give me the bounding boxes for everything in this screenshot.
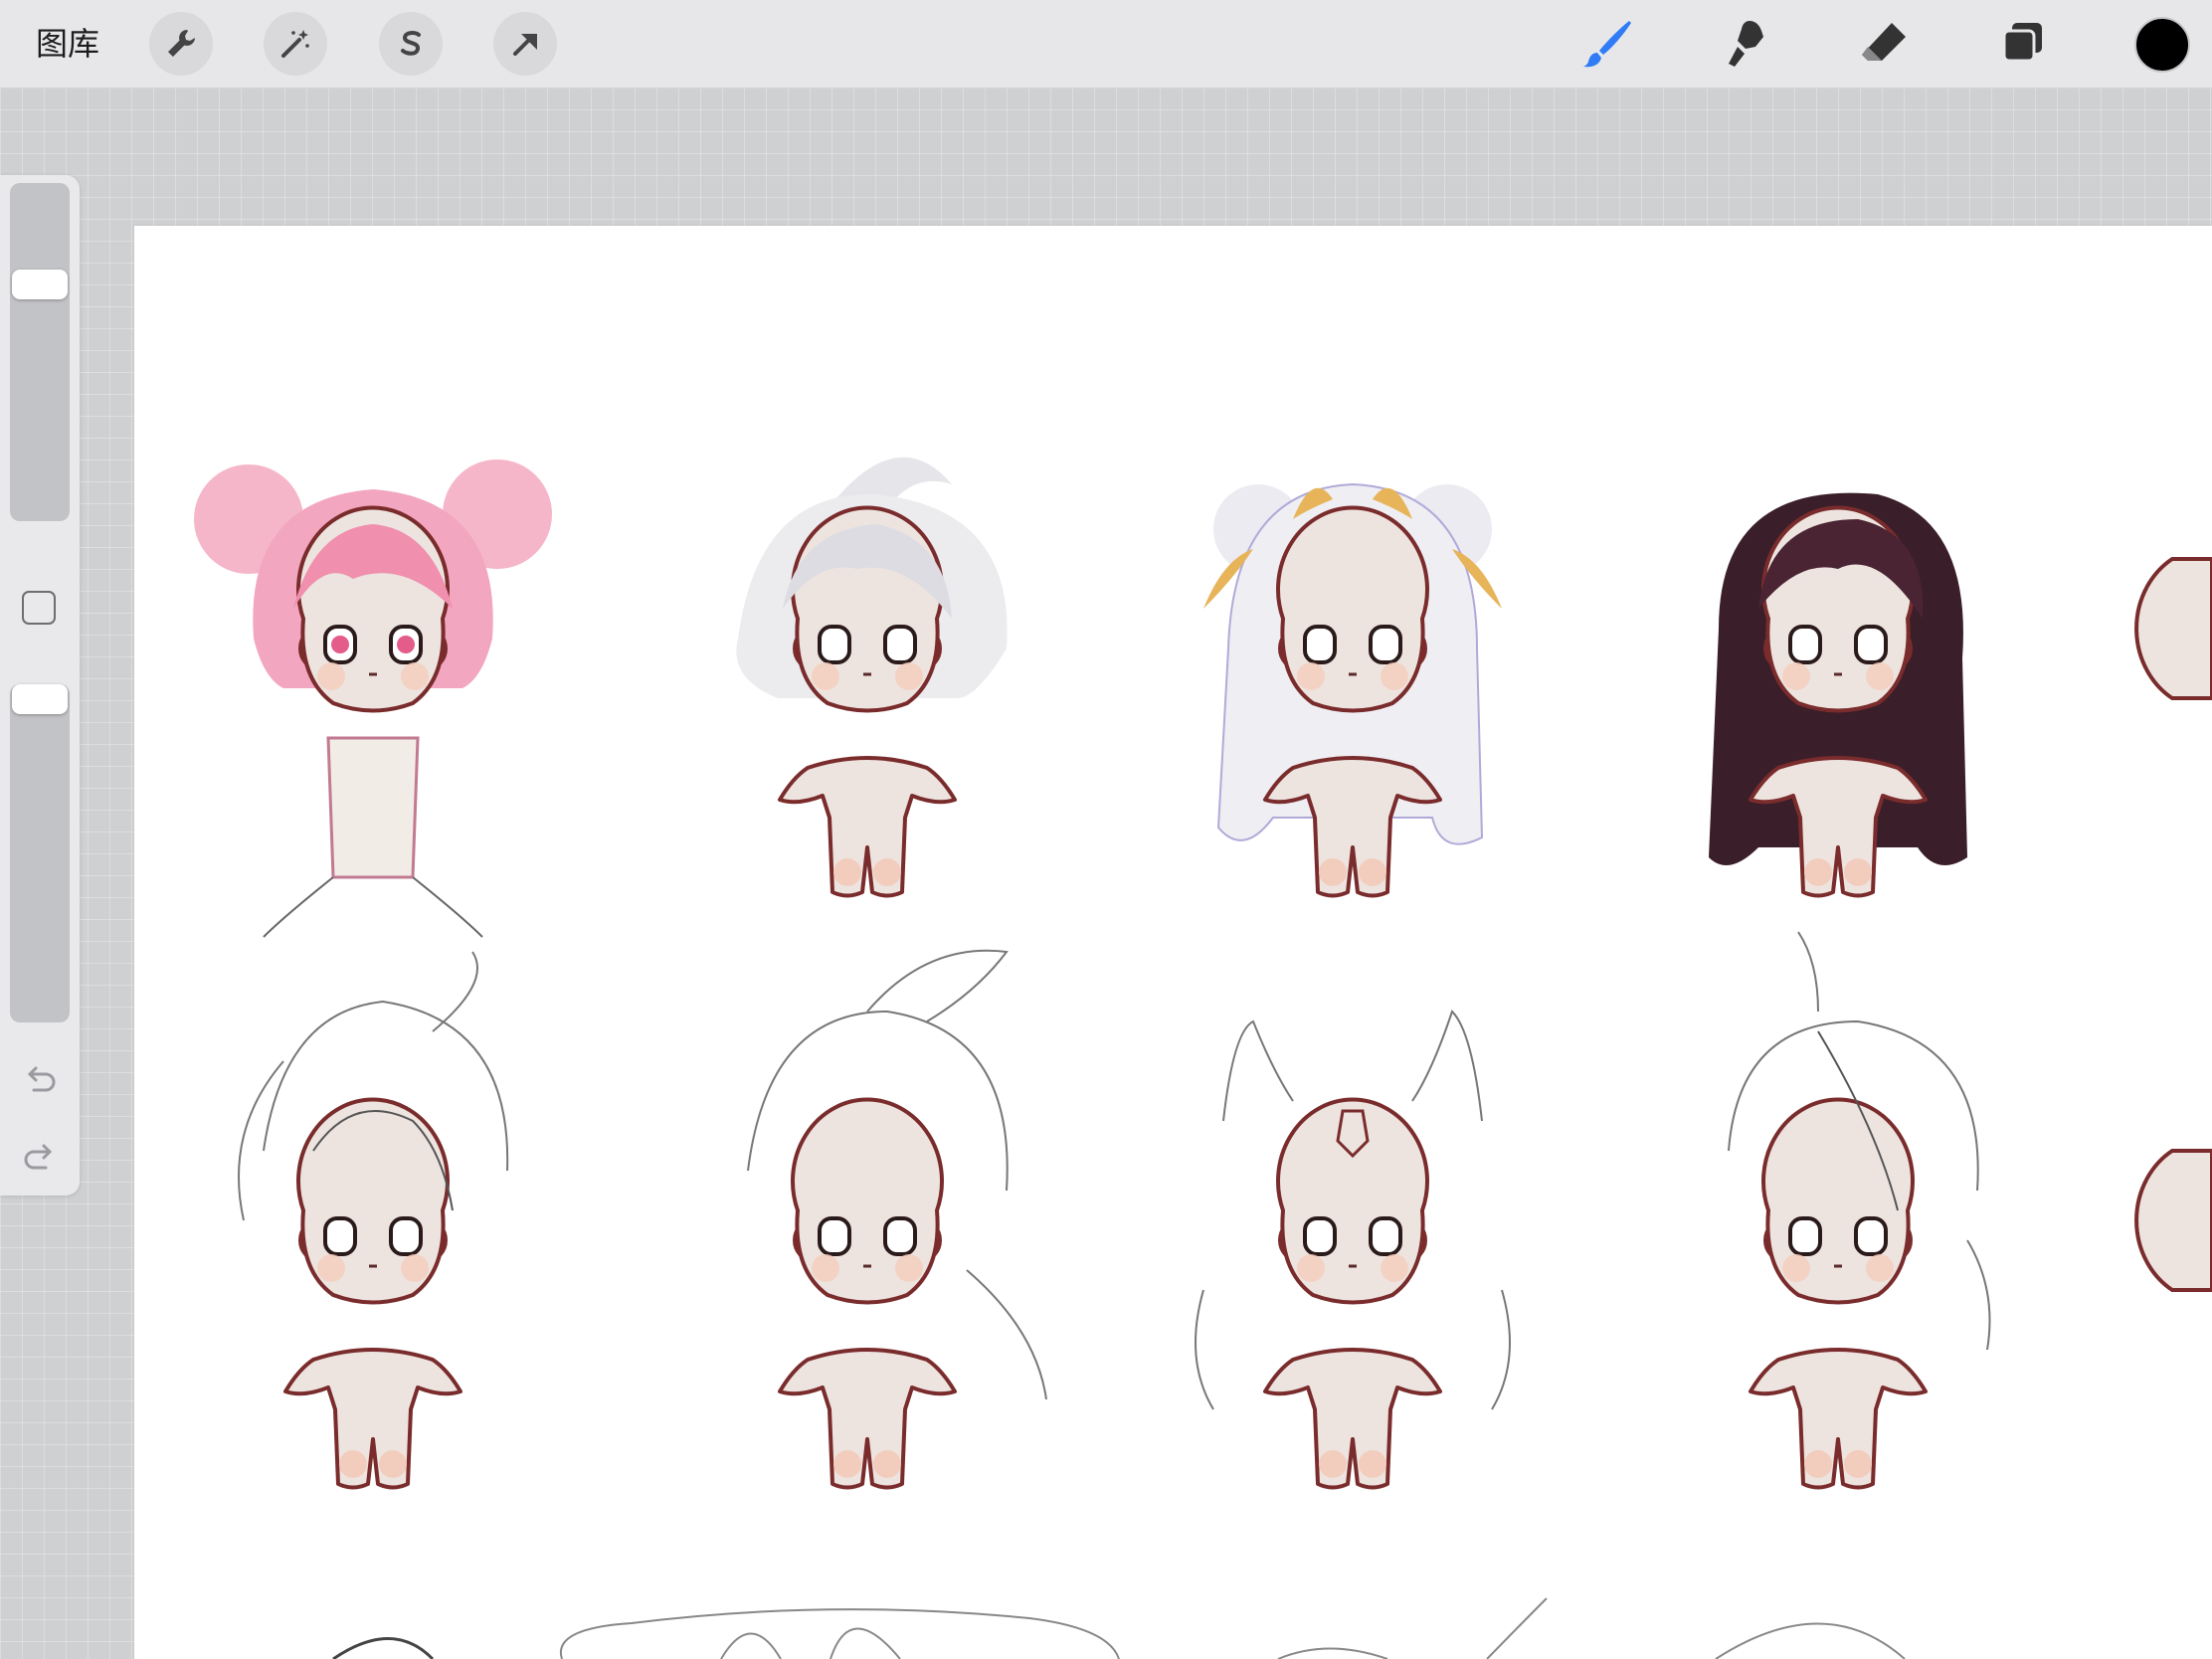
character-sketch-4 (1728, 931, 1991, 1490)
character-sketch-3 (1195, 1010, 1511, 1490)
character-silver-hair (736, 457, 1008, 898)
opacity-slider[interactable] (10, 684, 70, 1022)
drawing-canvas[interactable] (134, 226, 2212, 1659)
smudge-tool-button[interactable] (1715, 12, 1778, 76)
gallery-button[interactable]: 图库 (36, 22, 99, 66)
character-cropped (2134, 557, 2212, 700)
color-picker-button[interactable] (2134, 17, 2190, 73)
character-moon-hair (1203, 482, 1502, 898)
character-pink-hair (194, 460, 552, 938)
brush-icon (1583, 21, 1631, 68)
actions-button[interactable] (149, 12, 213, 76)
character-sketch-1 (238, 951, 509, 1490)
adjustments-button[interactable] (264, 12, 327, 76)
artwork (194, 457, 2212, 1659)
redo-icon[interactable] (20, 1138, 60, 1178)
opacity-thumb[interactable] (12, 684, 68, 714)
top-toolbar: 图库 (0, 0, 2212, 89)
left-sidebar (0, 175, 80, 1196)
magic-wand-icon (281, 30, 309, 58)
character-cropped-2 (2134, 1149, 2212, 1292)
eraser-icon (1862, 23, 1906, 61)
brush-size-thumb[interactable] (12, 269, 68, 299)
character-sketch-2 (747, 949, 1047, 1490)
character-dark-hair (1709, 492, 1967, 898)
wrench-icon (168, 30, 195, 57)
row-3-sketches (332, 1597, 1906, 1659)
brush-size-slider[interactable] (10, 183, 70, 521)
undo-icon[interactable] (20, 1060, 60, 1100)
eraser-tool-button[interactable] (1853, 12, 1917, 76)
layers-icon (2002, 23, 2042, 63)
selection-button[interactable] (379, 12, 443, 76)
transform-button[interactable] (493, 12, 557, 76)
smudge-icon (1729, 21, 1763, 67)
layers-button[interactable] (1991, 12, 2055, 76)
modify-square-icon[interactable] (22, 591, 56, 625)
brush-tool-button[interactable] (1576, 12, 1640, 76)
arrow-cursor-icon (513, 34, 537, 56)
selection-s-icon (401, 31, 421, 56)
